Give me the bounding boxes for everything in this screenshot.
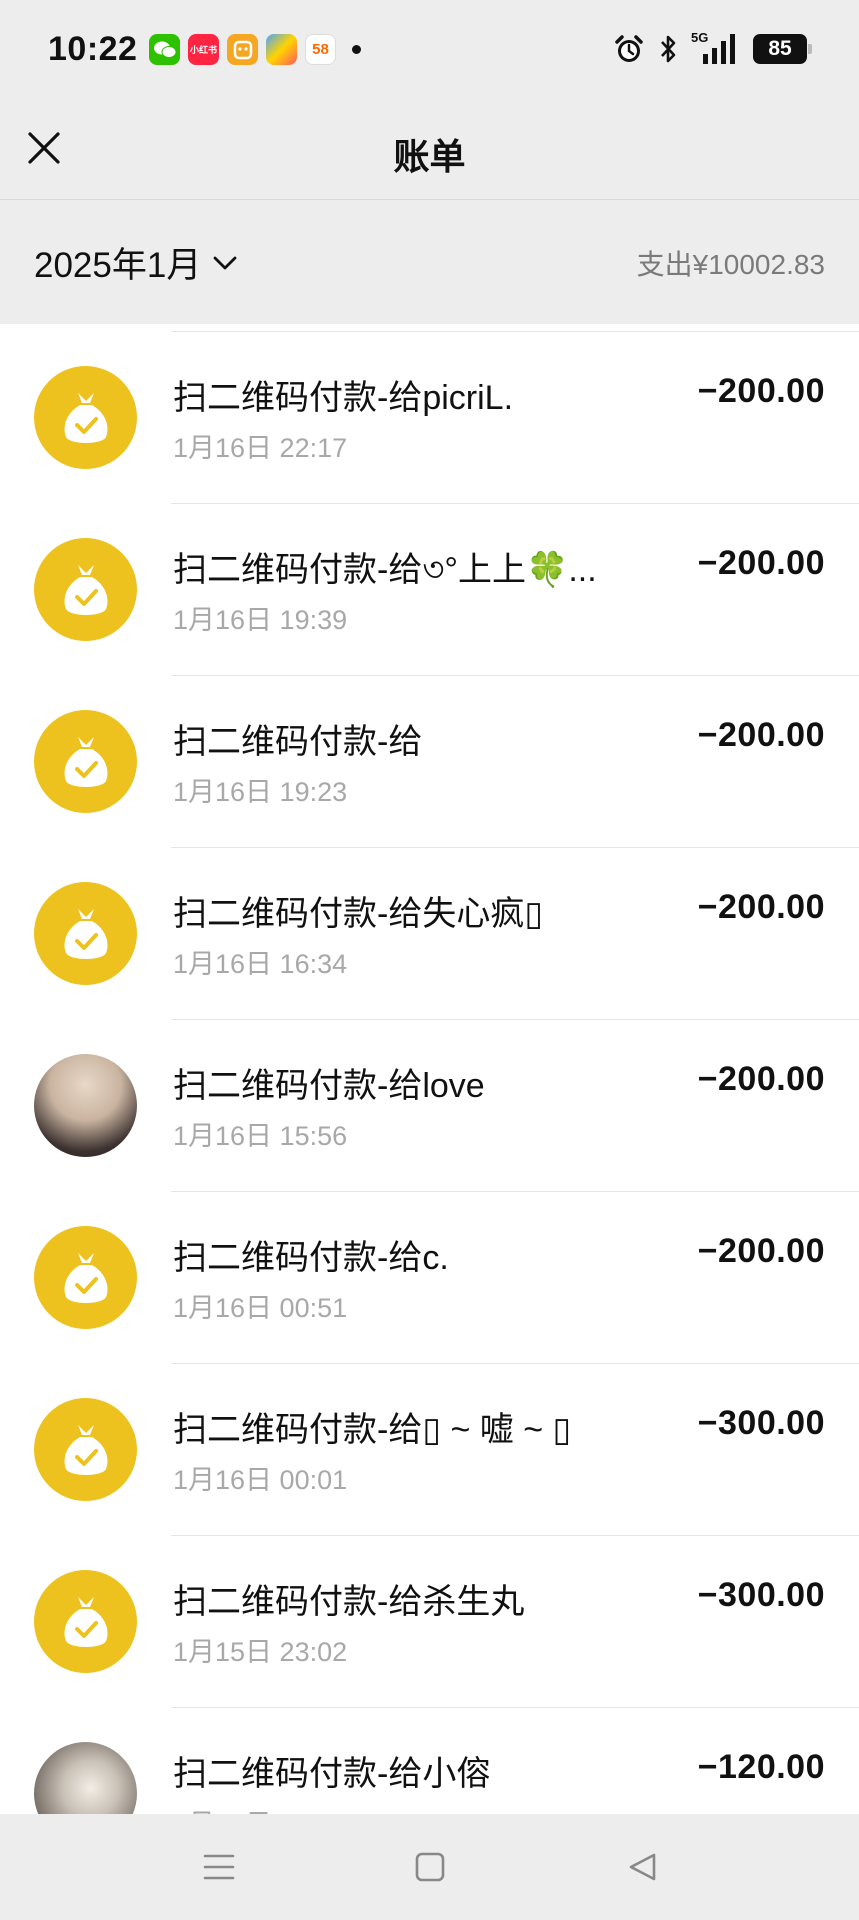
- expense-total: 支出¥10002.83: [636, 249, 825, 280]
- payment-avatar: [34, 710, 137, 813]
- payment-avatar: [34, 1398, 137, 1501]
- payment-avatar: [34, 882, 137, 985]
- transaction-title: 扫二维码付款-给love: [173, 1067, 485, 1105]
- transaction-time: 1月16日 00:01: [173, 1465, 348, 1495]
- menu-icon: [203, 1854, 235, 1880]
- transaction-title: 扫二维码付款-给picriL.: [173, 379, 514, 417]
- avatar: [34, 1742, 137, 1814]
- transaction-time: 1月16日 00:51: [173, 1293, 348, 1323]
- signal-icon: 5G: [691, 30, 741, 66]
- chevron-down-icon: [213, 256, 237, 269]
- transaction-row[interactable]: 扫二维码付款-给失心疯▯ 1月16日 16:34 −200.00: [0, 848, 859, 1020]
- transaction-row[interactable]: 扫二维码付款-给৩°上上🍀... 1月16日 19:39 −200.00: [0, 504, 859, 676]
- system-status-icons: 5G 85: [613, 30, 812, 66]
- 58-app-icon: 58: [305, 34, 336, 65]
- transaction-row[interactable]: 扫二维码付款-给▯ ~ 嘘 ~ ▯ 1月16日 00:01 −300.00: [0, 1364, 859, 1536]
- transaction-row[interactable]: 扫二维码付款-给love 1月16日 15:56 −200.00: [0, 1020, 859, 1192]
- transaction-title: 扫二维码付款-给小傛: [173, 1755, 491, 1793]
- money-bag-icon: [64, 392, 107, 443]
- transaction-amount: −200.00: [697, 1060, 825, 1098]
- back-button[interactable]: [620, 1844, 666, 1890]
- app-icon: [266, 34, 297, 65]
- payment-avatar: [34, 538, 137, 641]
- home-icon: [415, 1852, 445, 1882]
- alarm-icon: [615, 35, 643, 62]
- money-bag-icon: [64, 1424, 107, 1475]
- transaction-title: 扫二维码付款-给৩°上上🍀...: [173, 551, 597, 589]
- payment-avatar: [34, 1226, 137, 1329]
- notification-app-icons: 小红书 58: [149, 34, 361, 65]
- month-picker[interactable]: 2025年1月: [34, 237, 237, 288]
- transaction-time: 1月15日 23:02: [173, 1637, 348, 1667]
- home-button[interactable]: [407, 1844, 453, 1890]
- transaction-list[interactable]: 扫二维码付款-给picriL. 1月16日 22:17 −200.00 扫二维码付款-…: [0, 324, 859, 1814]
- avatar: [34, 1054, 137, 1157]
- money-bag-icon: [64, 564, 107, 615]
- transaction-amount: −300.00: [697, 1576, 825, 1614]
- more-notifications-icon: [352, 45, 361, 54]
- bluetooth-icon: [661, 35, 676, 63]
- status-time: 10:22: [48, 30, 138, 68]
- transaction-row[interactable]: 扫二维码付款-给picriL. 1月16日 22:17 −200.00: [0, 332, 859, 504]
- menu-button[interactable]: [196, 1844, 242, 1890]
- transaction-amount: −300.00: [697, 1404, 825, 1442]
- xiaohongshu-icon: 小红书: [188, 34, 219, 65]
- transaction-row[interactable]: 扫二维码付款-给杀生丸 1月15日 23:02 −300.00: [0, 1536, 859, 1708]
- month-label: 2025年1月: [34, 246, 202, 285]
- back-icon: [629, 1853, 656, 1881]
- transaction-amount: −200.00: [697, 372, 825, 410]
- transaction-title: 扫二维码付款-给: [173, 723, 423, 761]
- nav-bar: 账单: [0, 100, 859, 200]
- payment-avatar: [34, 366, 137, 469]
- money-bag-icon: [64, 1252, 107, 1303]
- battery-icon: 85: [753, 34, 812, 64]
- money-bag-icon: [64, 736, 107, 787]
- payment-avatar: [34, 1570, 137, 1673]
- pinduoduo-icon: [227, 34, 258, 65]
- transaction-title: 扫二维码付款-给杀生丸: [173, 1583, 525, 1621]
- transaction-amount: −120.00: [697, 1748, 825, 1786]
- transaction-title: 扫二维码付款-给▯ ~ 嘘 ~ ▯: [173, 1411, 572, 1449]
- page-title: 账单: [393, 136, 466, 177]
- status-bar: 10:22 小红书 58 5G 85: [0, 0, 859, 100]
- money-bag-icon: [64, 1596, 107, 1647]
- system-nav-bar: [0, 1814, 859, 1920]
- money-bag-icon: [64, 908, 107, 959]
- filter-bar: 2025年1月 支出¥10002.83: [0, 201, 859, 324]
- transaction-amount: −200.00: [697, 1232, 825, 1270]
- transaction-amount: −200.00: [697, 888, 825, 926]
- transaction-row[interactable]: 扫二维码付款-给小傛 1月15日 19:36 −120.00: [0, 1708, 859, 1814]
- wechat-icon: [149, 34, 180, 65]
- transaction-row[interactable]: 扫二维码付款-给 1月16日 19:23 −200.00: [0, 676, 859, 848]
- transaction-row[interactable]: 扫二维码付款-给c. 1月16日 00:51 −200.00: [0, 1192, 859, 1364]
- transaction-time: 1月16日 16:34: [173, 949, 348, 979]
- transaction-amount: −200.00: [697, 544, 825, 582]
- transaction-amount: −200.00: [697, 716, 825, 754]
- transaction-time: 1月16日 19:39: [173, 605, 348, 635]
- transaction-title: 扫二维码付款-给c.: [173, 1239, 449, 1277]
- transaction-time: 1月15日 19:36: [173, 1802, 347, 1814]
- transaction-title: 扫二维码付款-给失心疯▯: [173, 895, 544, 933]
- transaction-time: 1月16日 19:23: [173, 777, 348, 807]
- transaction-time: 1月16日 15:56: [173, 1121, 348, 1151]
- transaction-time: 1月16日 22:17: [173, 433, 348, 463]
